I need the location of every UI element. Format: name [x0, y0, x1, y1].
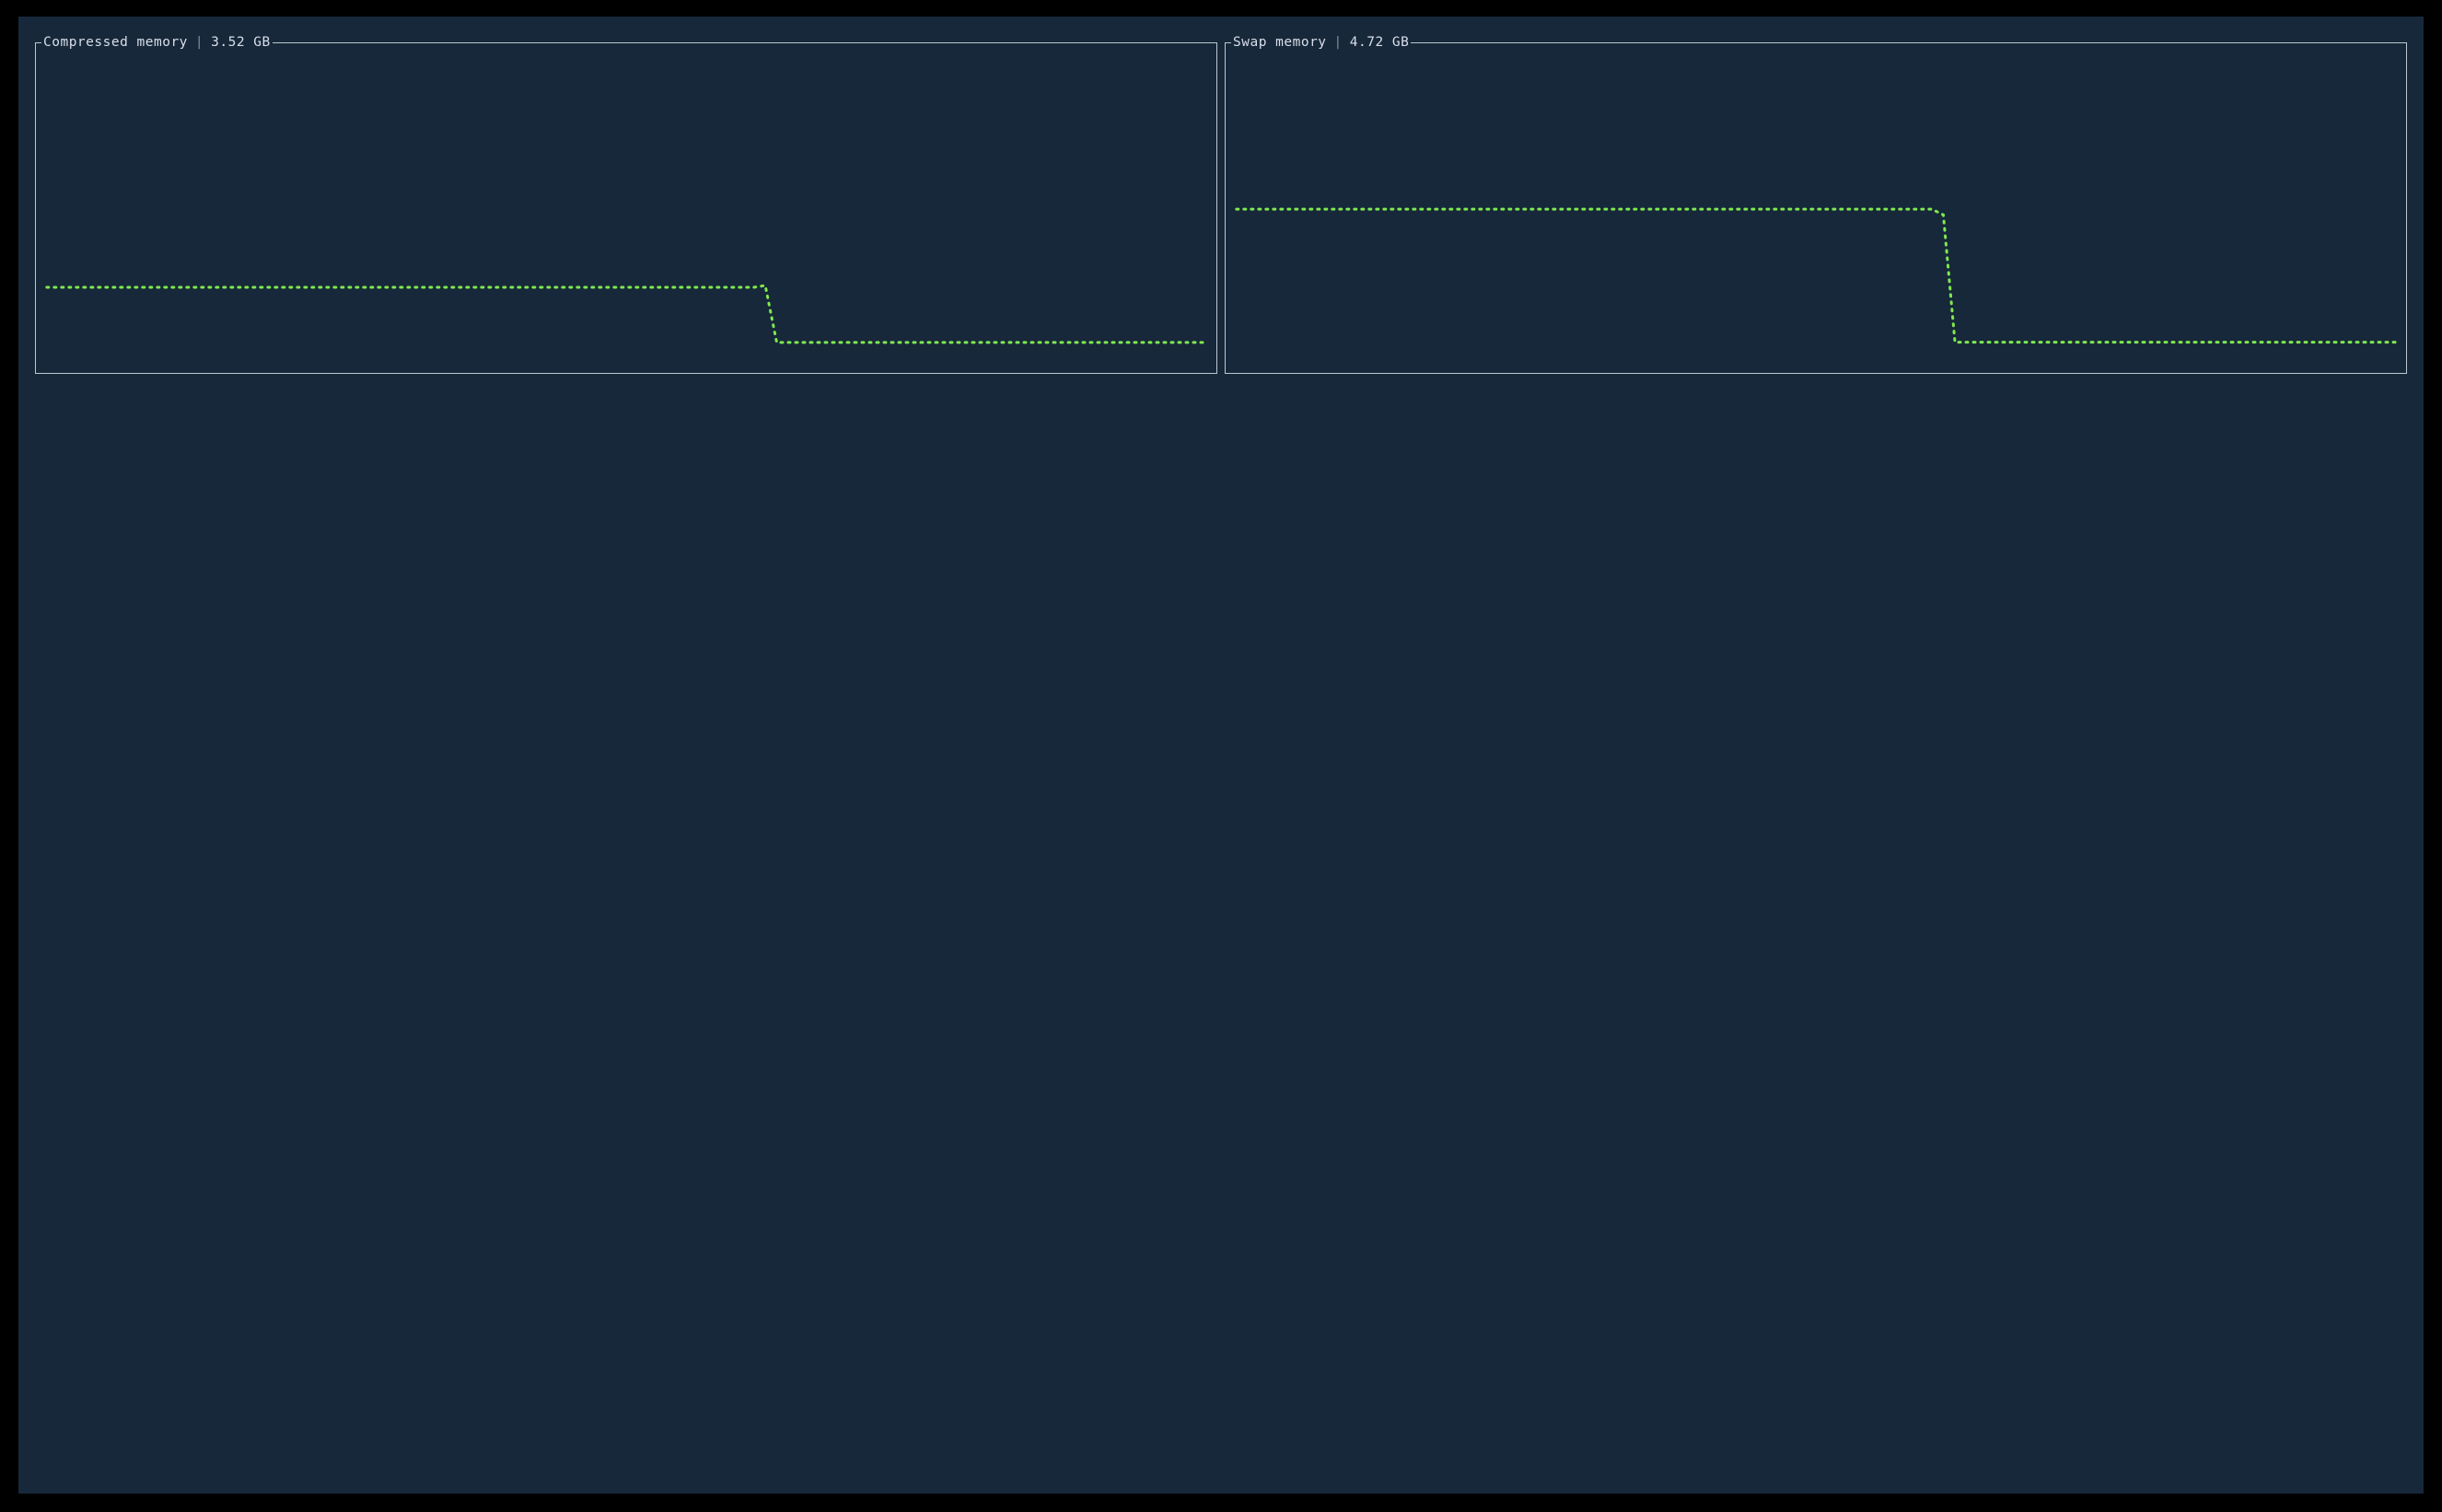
- plot-compressed: [36, 43, 1216, 373]
- panels-row: Compressed memory | 3.52 GB Swap memory …: [18, 17, 2424, 374]
- panel-swap-memory: Swap memory | 4.72 GB: [1225, 42, 2407, 374]
- chart-line: [47, 285, 1205, 343]
- panel-compressed-memory: Compressed memory | 3.52 GB: [35, 42, 1217, 374]
- chart-line: [1237, 209, 2395, 343]
- plot-svg-compressed: [36, 43, 1216, 373]
- terminal-screen: Compressed memory | 3.52 GB Swap memory …: [18, 17, 2424, 1494]
- plot-swap: [1226, 43, 2406, 373]
- plot-svg-swap: [1226, 43, 2406, 373]
